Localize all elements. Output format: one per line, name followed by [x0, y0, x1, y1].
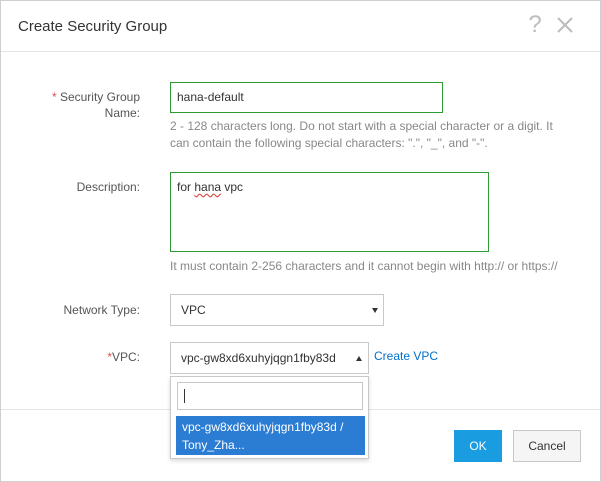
security-group-name-hint: 2 - 128 characters long. Do not start wi… [170, 118, 580, 152]
vpc-option-line1: vpc-gw8xd6xuhyjqgn1fby83d / [182, 420, 344, 434]
security-group-name-label-line2: Name: [104, 106, 140, 120]
question-mark-icon[interactable]: ? [525, 12, 545, 38]
description-text-suffix: vpc [221, 180, 244, 194]
ok-button[interactable]: OK [454, 430, 502, 462]
name-hint-line2: can contain the following special charac… [170, 136, 488, 150]
network-type-label: Network Type: [63, 303, 140, 317]
dialog-title: Create Security Group [18, 18, 168, 35]
vpc-dropdown: vpc-gw8xd6xuhyjqgn1fby83d / Tony_Zha... [170, 376, 369, 459]
create-security-group-dialog: Create Security Group ? * Security Group… [0, 0, 601, 482]
required-marker: * [51, 90, 57, 104]
chevron-down-icon [372, 308, 378, 313]
vpc-option-line2: Tony_Zha... [182, 438, 245, 452]
name-hint-line1: 2 - 128 characters long. Do not start wi… [170, 119, 553, 133]
chevron-up-icon [356, 356, 362, 361]
text-cursor [184, 389, 185, 403]
security-group-name-label: * Security Group Name: [14, 89, 140, 121]
vpc-select[interactable]: vpc-gw8xd6xuhyjqgn1fby83d [170, 342, 369, 374]
description-label: Description: [76, 180, 140, 194]
dialog-header: Create Security Group ? [1, 1, 600, 52]
description-hint: It must contain 2-256 characters and it … [170, 259, 558, 273]
vpc-dropdown-search-input[interactable] [177, 382, 363, 410]
vpc-label-text: VPC: [111, 350, 140, 364]
close-icon[interactable] [554, 14, 576, 36]
description-textarea[interactable]: for hana vpc [170, 172, 489, 252]
description-text-prefix: for [177, 180, 195, 194]
vpc-label: *VPC: [14, 349, 140, 365]
security-group-name-input[interactable]: hana-default [170, 82, 443, 113]
network-type-select[interactable]: VPC [170, 294, 384, 326]
vpc-dropdown-option[interactable]: vpc-gw8xd6xuhyjqgn1fby83d / Tony_Zha... [176, 416, 365, 455]
vpc-value: vpc-gw8xd6xuhyjqgn1fby83d [181, 351, 336, 365]
description-text-misspelled: hana [194, 180, 222, 194]
create-vpc-link[interactable]: Create VPC [374, 349, 438, 363]
security-group-name-label-line1: Security Group [59, 90, 140, 104]
cancel-button[interactable]: Cancel [513, 430, 581, 462]
network-type-value: VPC [181, 303, 206, 317]
